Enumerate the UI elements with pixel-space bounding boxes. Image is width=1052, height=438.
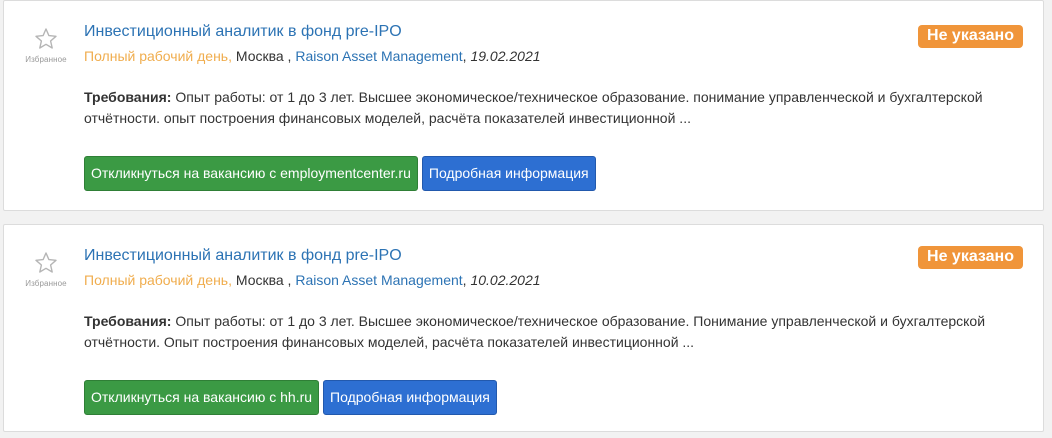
vacancy-meta: Полный рабочий день, Москва , Raison Ass… bbox=[84, 272, 541, 288]
vacancy-card: Избранное Инвестиционный аналитик в фонд… bbox=[3, 0, 1044, 211]
action-buttons: Откликнуться на вакансию с hh.ru Подробна… bbox=[84, 380, 501, 415]
favorite-label: Избранное bbox=[25, 55, 67, 64]
vacancy-meta: Полный рабочий день, Москва , Raison Ass… bbox=[84, 48, 541, 64]
schedule-label: Полный рабочий день, bbox=[84, 272, 232, 288]
star-outline-icon bbox=[35, 28, 57, 49]
publish-date: 10.02.2021 bbox=[470, 272, 541, 288]
requirements-text: Опыт работы: от 1 до 3 лет. Высшее эконо… bbox=[84, 313, 986, 350]
publish-date: 19.02.2021 bbox=[470, 48, 541, 64]
vacancy-card: Избранное Инвестиционный аналитик в фонд… bbox=[3, 224, 1044, 432]
company-link[interactable]: Raison Asset Management bbox=[295, 48, 462, 64]
vacancy-list: Избранное Инвестиционный аналитик в фонд… bbox=[0, 0, 1052, 438]
schedule-label: Полный рабочий день, bbox=[84, 48, 232, 64]
apply-button[interactable]: Откликнуться на вакансию с hh.ru bbox=[84, 380, 320, 415]
apply-button[interactable]: Откликнуться на вакансию с employmentcen… bbox=[84, 156, 418, 191]
city-separator: , bbox=[283, 48, 292, 64]
requirements-label: Требования: bbox=[84, 313, 172, 329]
requirements: Требования: Опыт работы: от 1 до 3 лет. … bbox=[84, 311, 1014, 353]
salary-badge: Не указано bbox=[918, 25, 1023, 48]
favorite-toggle[interactable]: Избранное bbox=[20, 251, 72, 288]
details-button[interactable]: Подробная информация bbox=[323, 380, 497, 415]
vacancy-title-link[interactable]: Инвестиционный аналитик в фонд pre-IPO bbox=[84, 247, 402, 265]
star-outline-icon bbox=[35, 252, 57, 273]
city-separator: , bbox=[283, 272, 292, 288]
city-label: Москва bbox=[235, 272, 284, 288]
salary-badge: Не указано bbox=[918, 246, 1023, 269]
favorite-label: Избранное bbox=[25, 279, 67, 288]
details-button[interactable]: Подробная информация bbox=[421, 156, 596, 191]
city-label: Москва bbox=[235, 48, 284, 64]
company-link[interactable]: Raison Asset Management bbox=[295, 272, 462, 288]
date-separator: , bbox=[462, 272, 467, 288]
action-buttons: Откликнуться на вакансию с employmentcen… bbox=[84, 156, 600, 191]
favorite-toggle[interactable]: Избранное bbox=[20, 27, 72, 64]
vacancy-title-link[interactable]: Инвестиционный аналитик в фонд pre-IPO bbox=[84, 23, 402, 41]
requirements-label: Требования: bbox=[84, 89, 172, 105]
requirements-text: Опыт работы: от 1 до 3 лет. Высшее эконо… bbox=[84, 89, 983, 126]
date-separator: , bbox=[462, 48, 467, 64]
requirements: Требования: Опыт работы: от 1 до 3 лет. … bbox=[84, 87, 1014, 129]
